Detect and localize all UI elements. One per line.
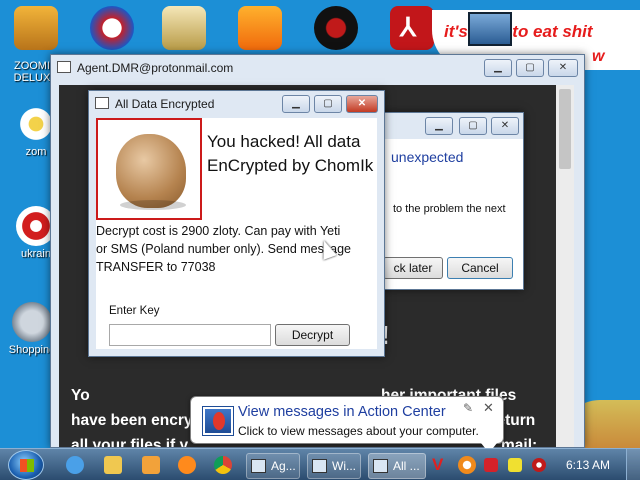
ransom-dialog[interactable]: All Data Encrypted ▁ ▢ ✕ You hacked! All… — [88, 90, 385, 357]
banner-text: it's time to eat shit — [444, 22, 593, 41]
flash-icon — [12, 302, 52, 342]
ransom-text-line1: Yo — [71, 387, 90, 404]
minimize-button[interactable]: ▁ — [484, 59, 512, 77]
hamster-body — [116, 134, 186, 208]
dialog-close-button[interactable]: ✕ — [346, 95, 378, 113]
taskbar-item-agent-label: Ag... — [271, 459, 296, 473]
taskbar-item-agent[interactable]: Ag... — [246, 453, 300, 479]
search-tray-icon[interactable] — [458, 456, 476, 474]
balloon-subtitle: Click to view messages about your comput… — [238, 424, 479, 438]
back-dialog-content: unexpected to the problem the next ck la… — [379, 139, 523, 289]
ransom-headline-line2: EnCrypted by ChomIk — [207, 156, 374, 175]
ransom-dialog-content: You hacked! All data EnCrypted by ChomIk… — [96, 118, 377, 349]
zoomi-top-icon[interactable] — [14, 6, 58, 50]
monitor-icon — [468, 12, 512, 46]
uc-browser-icon[interactable] — [238, 6, 282, 50]
action-center-flag-icon — [203, 407, 233, 435]
scroll-thumb[interactable] — [559, 89, 571, 169]
taskbar-item-all-data-label: All ... — [393, 459, 420, 473]
ransom-message-line3: TRANSFER to 77038 — [96, 260, 216, 274]
warning-x-icon — [213, 412, 225, 430]
p-app-icon[interactable] — [90, 6, 134, 50]
clock-app-icon[interactable] — [162, 6, 206, 50]
taskbar-item-all-data-icon — [373, 459, 388, 473]
cancel-button[interactable]: Cancel — [447, 257, 513, 279]
maximize-button[interactable]: ▢ — [516, 59, 544, 77]
windows-logo-icon — [20, 459, 34, 472]
ie-icon[interactable] — [66, 456, 84, 474]
uc-browser-taskbar-icon[interactable] — [178, 456, 196, 474]
banner-text-tail: w — [592, 48, 605, 65]
taskbar-item-windows[interactable]: Wi... — [307, 453, 361, 479]
yellow-tray-icon[interactable] — [508, 458, 522, 472]
start-button[interactable] — [8, 450, 44, 480]
decrypt-button[interactable]: Decrypt — [275, 324, 350, 346]
media-player-icon[interactable] — [142, 456, 160, 474]
back-dialog-text: to the problem the next — [393, 203, 506, 215]
balloon-close-icon[interactable]: ✕ — [483, 400, 494, 416]
show-desktop-button[interactable] — [626, 449, 640, 480]
back-maximize-button[interactable]: ▢ — [459, 117, 487, 135]
ransom-dialog-title: All Data Encrypted — [115, 97, 215, 111]
dialog-minimize-button[interactable]: ▁ — [282, 95, 310, 113]
taskbar-item-agent-icon — [251, 459, 266, 473]
key-label: Enter Key — [109, 305, 160, 317]
back-minimize-button[interactable]: ▁ — [425, 117, 453, 135]
hamster-photo — [96, 118, 202, 220]
clock[interactable]: 6:13 AM — [566, 458, 610, 472]
action-center-balloon[interactable]: View messages in Action Center Click to … — [190, 396, 504, 453]
dialog-app-icon — [95, 97, 109, 109]
close-button[interactable]: ✕ — [548, 59, 578, 77]
key-input[interactable] — [109, 324, 271, 346]
back-dialog[interactable]: ▁ ▢ ✕ unexpected to the problem the next… — [378, 112, 524, 290]
ransom-message-line1: Decrypt cost is 2900 zloty. Can pay with… — [96, 224, 341, 238]
ransom-text-line3: all your files if y — [71, 437, 189, 447]
hamster-shadow — [120, 200, 186, 210]
red-tray-icon[interactable] — [484, 458, 498, 472]
taskbar-item-all-data[interactable]: All ... — [368, 453, 426, 479]
taskbar: Ag... Wi... All ... V 6:13 AM — [0, 448, 640, 480]
v-app-icon[interactable]: V — [432, 455, 443, 475]
ransom-headline-line1: You hacked! All data — [207, 132, 361, 151]
chrome-icon[interactable] — [214, 456, 232, 474]
back-dialog-heading: unexpected — [391, 149, 464, 165]
dialog-maximize-button[interactable]: ▢ — [314, 95, 342, 113]
ransom-message-line2: or SMS (Poland number only). Send messag… — [96, 242, 351, 256]
acrobat-icon[interactable]: ⅄ — [390, 6, 434, 50]
window-app-icon — [57, 61, 71, 73]
balloon-title[interactable]: View messages in Action Center — [238, 404, 446, 420]
check-later-button[interactable]: ck later — [383, 257, 443, 279]
game-icon[interactable] — [314, 6, 358, 50]
ransom-text-fragment2: mail: — [501, 437, 538, 447]
taskbar-item-windows-label: Wi... — [332, 459, 356, 473]
main-scrollbar[interactable] — [556, 85, 574, 447]
back-close-button[interactable]: ✕ — [491, 117, 519, 135]
record-tray-icon[interactable] — [532, 458, 546, 472]
balloon-settings-icon[interactable]: ✎ — [463, 401, 473, 415]
main-window-title: Agent.DMR@protonmail.com — [77, 61, 234, 75]
taskbar-item-windows-icon — [312, 459, 327, 473]
explorer-icon[interactable] — [104, 456, 122, 474]
